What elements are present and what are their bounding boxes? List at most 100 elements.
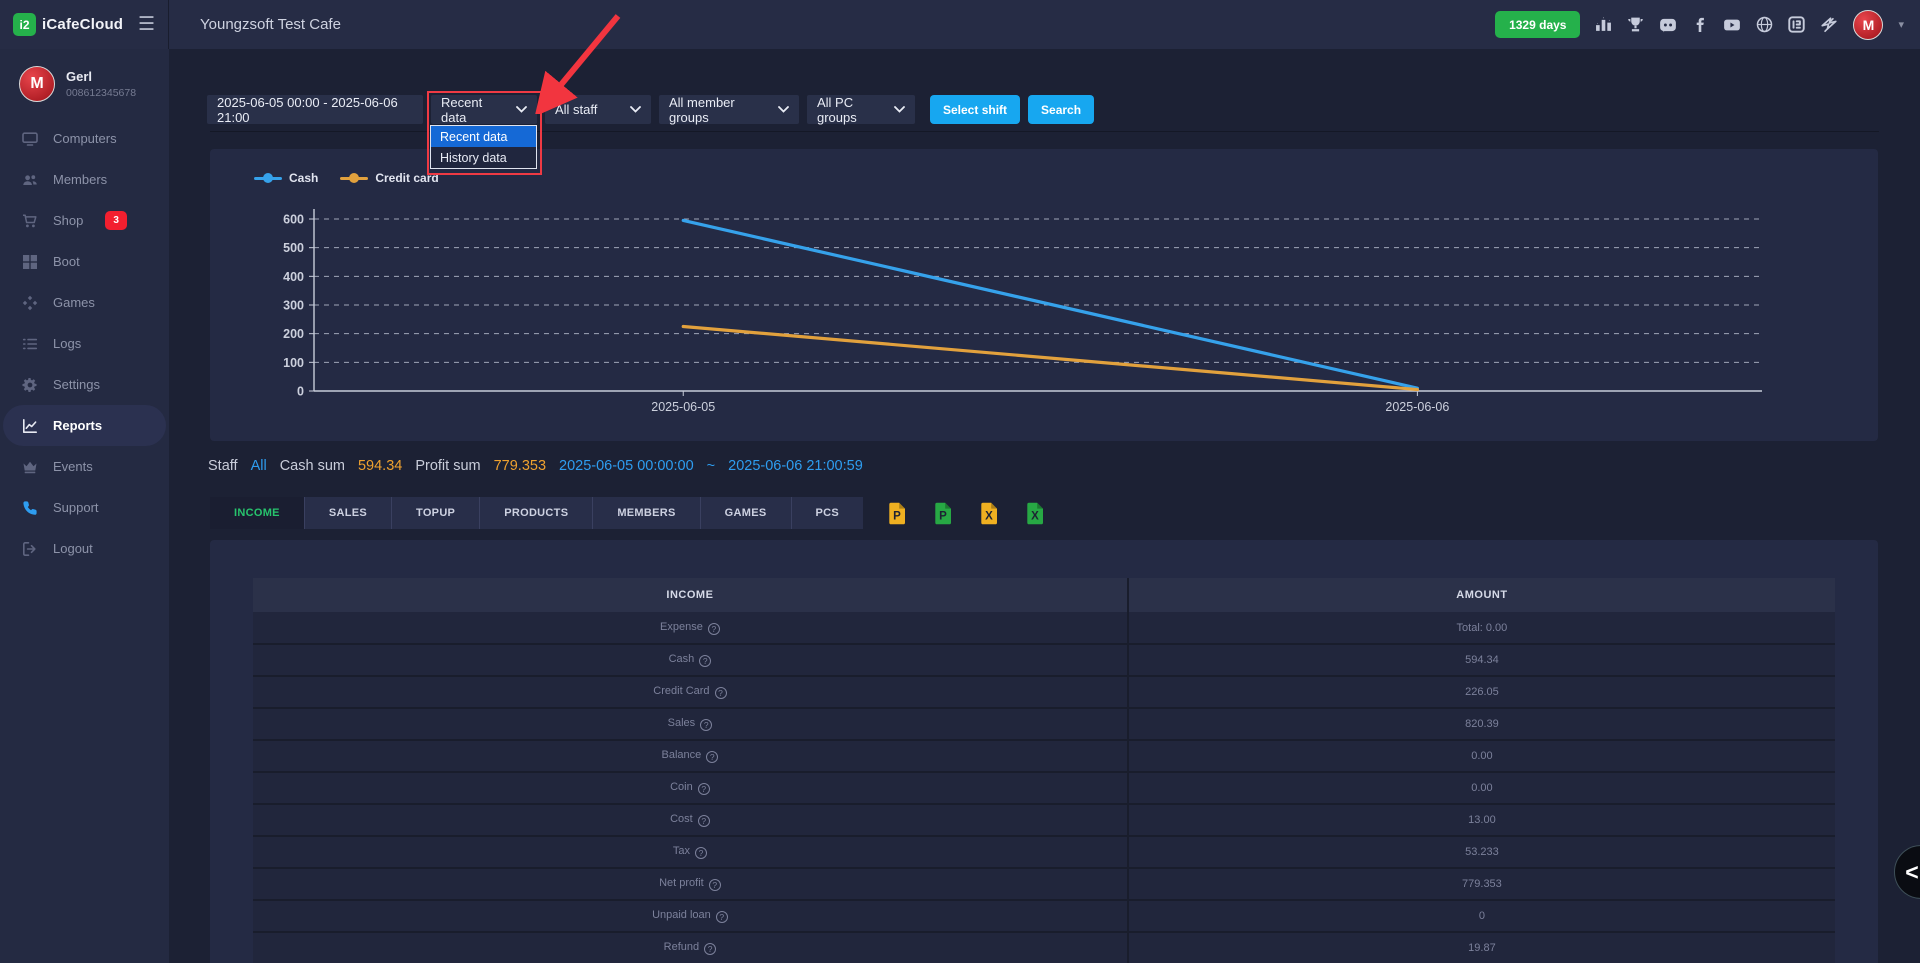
- sidebar-item-shop[interactable]: Shop3: [0, 200, 169, 241]
- ranking-icon[interactable]: [1595, 16, 1612, 33]
- icafecloud-icon[interactable]: [1788, 16, 1805, 33]
- globe-icon[interactable]: [1756, 16, 1773, 33]
- help-icon[interactable]: ?: [698, 783, 710, 795]
- sidebar-item-label: Boot: [53, 254, 80, 269]
- tabs-row: INCOMESALESTOPUPPRODUCTSMEMBERSGAMESPCS …: [210, 497, 1045, 529]
- logs-icon: [21, 335, 38, 352]
- sidebar-item-games[interactable]: Games: [0, 282, 169, 323]
- staff-select[interactable]: All staff: [545, 95, 651, 124]
- help-icon[interactable]: ?: [695, 847, 707, 859]
- member-groups-select[interactable]: All member groups: [659, 95, 799, 124]
- youtube-icon[interactable]: [1723, 16, 1741, 34]
- phone-icon: [21, 499, 38, 516]
- pc-groups-select[interactable]: All PC groups: [807, 95, 915, 124]
- select-shift-button[interactable]: Select shift: [930, 95, 1020, 124]
- tab-members[interactable]: MEMBERS: [593, 497, 700, 529]
- income-label-cell: Credit Card?: [253, 676, 1128, 708]
- export-pdf-yellow-icon[interactable]: P: [887, 502, 907, 525]
- discord-icon[interactable]: [1659, 16, 1677, 34]
- export-xls-yellow-icon[interactable]: X: [979, 502, 999, 525]
- cart-icon: [21, 212, 38, 229]
- export-pdf-green-icon[interactable]: P: [933, 502, 953, 525]
- tab-topup[interactable]: TOPUP: [392, 497, 480, 529]
- row-label: Cash: [669, 653, 695, 665]
- help-icon[interactable]: ?: [709, 879, 721, 891]
- sidebar-item-logs[interactable]: Logs: [0, 323, 169, 364]
- sidebar-item-computers[interactable]: Computers: [0, 118, 169, 159]
- sidebar-user[interactable]: M Gerl 008612345678: [0, 49, 169, 116]
- date-range-input[interactable]: 2025-06-05 00:00 - 2025-06-06 21:00: [207, 95, 423, 124]
- help-icon[interactable]: ?: [700, 719, 712, 731]
- tab-pcs[interactable]: PCS: [792, 497, 864, 529]
- svg-text:300: 300: [283, 299, 304, 313]
- search-button[interactable]: Search: [1028, 95, 1094, 124]
- income-label-cell: Refund?: [253, 932, 1128, 963]
- help-icon[interactable]: ?: [698, 815, 710, 827]
- users-icon: [21, 171, 38, 188]
- sidebar-item-logout[interactable]: Logout: [0, 528, 169, 569]
- license-days-badge[interactable]: 1329 days: [1495, 11, 1580, 38]
- svg-text:P: P: [893, 510, 901, 522]
- table-row: Tax?53.233: [253, 836, 1835, 868]
- row-label: Sales: [668, 717, 696, 729]
- icafecloud-logo-icon: i2: [13, 13, 36, 36]
- header-social-icons: [1595, 16, 1838, 34]
- help-icon[interactable]: ?: [706, 751, 718, 763]
- member-groups-value: All member groups: [669, 95, 770, 125]
- tab-games[interactable]: GAMES: [701, 497, 792, 529]
- table-row: Refund?19.87: [253, 932, 1835, 963]
- svg-text:400: 400: [283, 270, 304, 284]
- help-icon[interactable]: ?: [716, 911, 728, 923]
- dropdown-option-history-data[interactable]: History data: [431, 147, 536, 168]
- legend-marker: [254, 177, 282, 180]
- income-label-cell: Expense?: [253, 612, 1128, 644]
- payments-line-chart: 01002003004005006002025-06-052025-06-06: [210, 149, 1870, 434]
- export-xls-green-icon[interactable]: X: [1025, 502, 1045, 525]
- tab-sales[interactable]: SALES: [305, 497, 392, 529]
- sidebar-item-members[interactable]: Members: [0, 159, 169, 200]
- shop-count-badge: 3: [105, 211, 127, 230]
- income-label-cell: Coin?: [253, 772, 1128, 804]
- dropdown-option-recent-data[interactable]: Recent data: [431, 126, 536, 147]
- legend-item-credit-card[interactable]: Credit card: [340, 171, 438, 185]
- sidebar-item-reports[interactable]: Reports: [3, 405, 166, 446]
- hamburger-menu-icon[interactable]: ☰: [138, 15, 155, 34]
- row-label: Unpaid loan: [652, 909, 711, 921]
- tab-products[interactable]: PRODUCTS: [480, 497, 593, 529]
- table-row: Cash?594.34: [253, 644, 1835, 676]
- sidebar-item-settings[interactable]: Settings: [0, 364, 169, 405]
- amount-cell: 53.233: [1128, 836, 1835, 868]
- help-icon[interactable]: ?: [699, 655, 711, 667]
- header-actions: 1329 days M ▾: [1495, 10, 1920, 40]
- user-avatar[interactable]: M: [1853, 10, 1883, 40]
- chevron-down-icon[interactable]: ▾: [1898, 18, 1904, 31]
- staff-value[interactable]: All: [251, 458, 267, 474]
- column-header-amount: AMOUNT: [1128, 578, 1835, 612]
- sidebar-item-support[interactable]: Support: [0, 487, 169, 528]
- data-type-select[interactable]: Recent data: [431, 95, 537, 124]
- trophy-icon[interactable]: [1627, 16, 1644, 33]
- tab-income[interactable]: INCOME: [210, 497, 305, 529]
- staff-value: All staff: [555, 102, 597, 117]
- sidebar-item-events[interactable]: Events: [0, 446, 169, 487]
- help-icon[interactable]: ?: [704, 943, 716, 955]
- income-label-cell: Net profit?: [253, 868, 1128, 900]
- sidebar-item-label: Logs: [53, 336, 81, 351]
- youngzsoft-icon[interactable]: [1820, 16, 1838, 34]
- icafecloud-logo[interactable]: i2 iCafeCloud: [13, 13, 123, 36]
- facebook-icon[interactable]: [1692, 17, 1708, 33]
- games-icon: [21, 294, 38, 311]
- gear-icon: [21, 376, 38, 393]
- help-icon[interactable]: ?: [715, 687, 727, 699]
- legend-item-cash[interactable]: Cash: [254, 171, 318, 185]
- collapse-panel-button[interactable]: <: [1894, 845, 1920, 899]
- sidebar-item-boot[interactable]: Boot: [0, 241, 169, 282]
- amount-cell: 13.00: [1128, 804, 1835, 836]
- amount-cell: 19.87: [1128, 932, 1835, 963]
- help-icon[interactable]: ?: [708, 623, 720, 635]
- windows-icon: [21, 253, 38, 270]
- sidebar-nav: ComputersMembersShop3 Boot Games Logs Settin…: [0, 118, 169, 569]
- income-label-cell: Unpaid loan?: [253, 900, 1128, 932]
- profit-sum-label: Profit sum: [415, 458, 480, 474]
- chevron-left-icon: <: [1905, 859, 1918, 886]
